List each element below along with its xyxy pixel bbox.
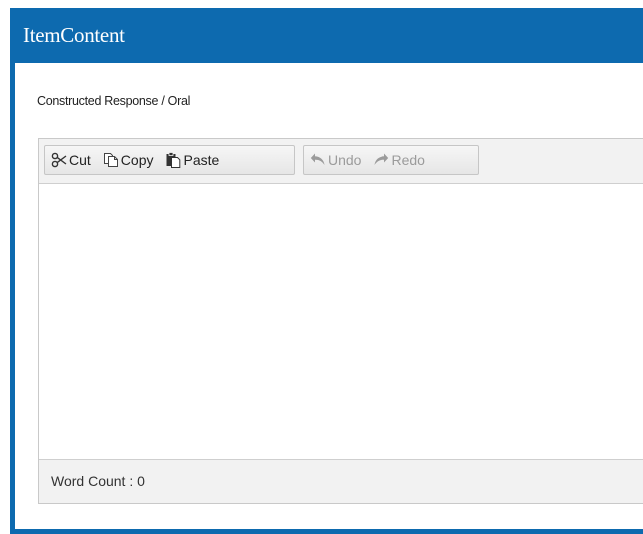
item-type-label: Constructed Response / Oral: [37, 94, 191, 108]
redo-button[interactable]: Redo: [367, 146, 430, 174]
item-content-window: ItemContent Constructed Response / Oral: [10, 8, 643, 534]
redo-label: Redo: [391, 152, 425, 168]
cut-button[interactable]: Cut: [45, 146, 97, 174]
redo-icon: [373, 152, 389, 168]
copy-label: Copy: [120, 152, 154, 168]
content-panel: Constructed Response / Oral Cut Copy Pas…: [15, 63, 643, 529]
edit-button-group: Cut Copy Paste: [44, 145, 295, 175]
copy-button[interactable]: Copy: [97, 146, 160, 174]
window-title: ItemContent: [23, 23, 125, 47]
paste-icon: [165, 152, 181, 168]
history-button-group: Undo Redo: [303, 145, 479, 175]
editor-toolbar: Cut Copy Paste Undo Redo: [39, 139, 643, 184]
undo-label: Undo: [328, 152, 362, 168]
copy-icon: [103, 152, 119, 168]
scissors-icon: [51, 152, 67, 168]
paste-button[interactable]: Paste: [159, 146, 225, 174]
paste-label: Paste: [183, 152, 220, 168]
response-text-area[interactable]: [39, 184, 643, 460]
cut-label: Cut: [69, 152, 91, 168]
word-count-status: Word Count : 0: [39, 459, 643, 503]
undo-button[interactable]: Undo: [304, 146, 367, 174]
response-editor: Cut Copy Paste Undo Redo Word Count: 0: [38, 138, 643, 504]
undo-icon: [310, 152, 326, 168]
